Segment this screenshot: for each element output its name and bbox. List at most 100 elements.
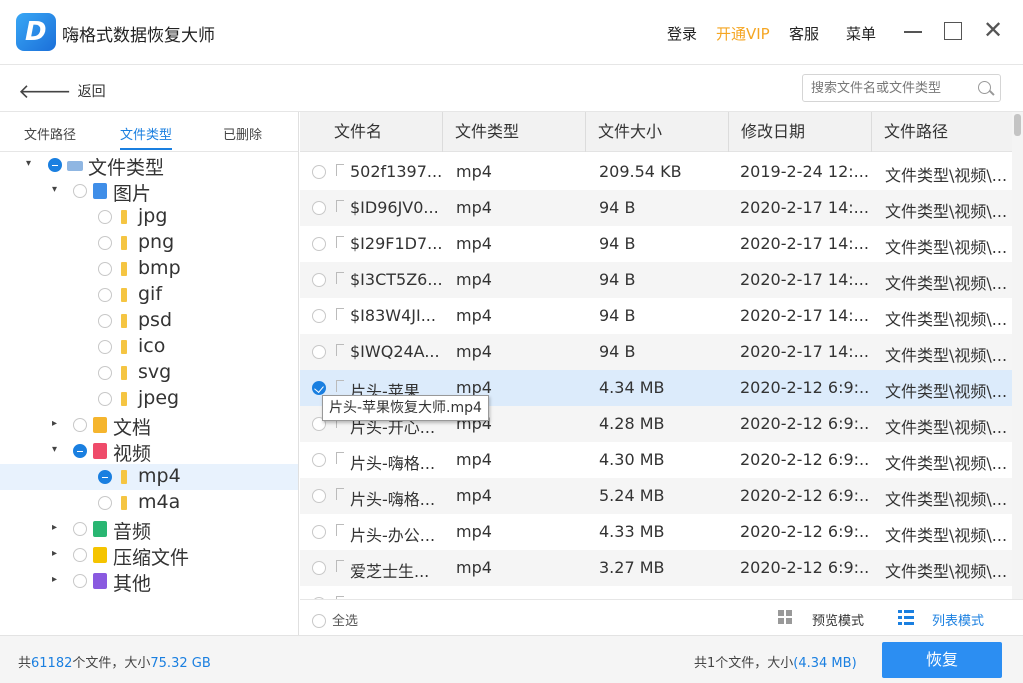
row-checkbox[interactable] xyxy=(312,561,326,575)
tree-item-9[interactable]: jpeg xyxy=(0,386,298,412)
file-icon xyxy=(336,380,344,392)
row-checkbox[interactable] xyxy=(312,237,326,251)
tree-radio[interactable] xyxy=(98,392,112,406)
column-header-name[interactable]: 文件名 xyxy=(300,112,443,152)
row-checkbox[interactable] xyxy=(312,453,326,467)
caret-down-icon[interactable]: ▾ xyxy=(26,158,36,169)
row-checkbox[interactable] xyxy=(312,381,326,395)
tree-item-1[interactable]: ▾ 图片 xyxy=(0,178,298,205)
close-icon[interactable]: ✕ xyxy=(980,18,1006,44)
login-link[interactable]: 登录 xyxy=(667,23,697,44)
caret-right-icon[interactable]: ▸ xyxy=(52,418,62,429)
tree-item-10[interactable]: ▸ 文档 xyxy=(0,412,298,439)
vertical-scrollbar[interactable] xyxy=(1012,112,1023,599)
table-row[interactable]: 爱芝士生... mp4 3.27 MB 2020-2-12 6:9:... 文件类型\视… xyxy=(300,550,1012,586)
list-view-icon[interactable] xyxy=(898,610,914,625)
caret-right-icon[interactable]: ▸ xyxy=(52,522,62,533)
column-header-type[interactable]: 文件类型 xyxy=(443,112,586,152)
tree-radio[interactable] xyxy=(48,158,62,172)
minimize-icon[interactable] xyxy=(900,18,926,44)
row-checkbox[interactable] xyxy=(312,273,326,287)
row-checkbox[interactable] xyxy=(312,345,326,359)
tree-radio[interactable] xyxy=(98,470,112,484)
tree-radio[interactable] xyxy=(73,184,87,198)
tree-item-5[interactable]: gif xyxy=(0,282,298,308)
vip-link[interactable]: 开通VIP xyxy=(716,23,770,44)
list-mode-button[interactable]: 列表模式 xyxy=(932,610,984,629)
tree-item-16[interactable]: ▸ 其他 xyxy=(0,568,298,595)
table-row[interactable]: ... xyxy=(300,586,1012,599)
table-row[interactable]: $I29F1D7... mp4 94 B 2020-2-17 14:... 文件类型\视… xyxy=(300,226,1012,262)
grid-view-icon[interactable] xyxy=(778,610,793,625)
table-row[interactable]: $I83W4JI... mp4 94 B 2020-2-17 14:... 文件类型\视… xyxy=(300,298,1012,334)
tree-radio[interactable] xyxy=(98,340,112,354)
row-checkbox[interactable] xyxy=(312,489,326,503)
tree-item-6[interactable]: psd xyxy=(0,308,298,334)
tab-deleted[interactable]: 已删除 xyxy=(223,124,262,143)
scrollbar-thumb[interactable] xyxy=(1014,114,1021,136)
tree-item-3[interactable]: png xyxy=(0,230,298,256)
tree-item-7[interactable]: ico xyxy=(0,334,298,360)
tab-file-type[interactable]: 文件类型 xyxy=(120,124,173,150)
caret-down-icon[interactable]: ▾ xyxy=(52,444,62,455)
column-header-path[interactable]: 文件路径 xyxy=(872,112,1012,152)
select-all-checkbox[interactable]: 全选 xyxy=(312,610,358,629)
tree-item-14[interactable]: ▸ 音频 xyxy=(0,516,298,543)
tree-radio[interactable] xyxy=(98,262,112,276)
tree-item-2[interactable]: jpg xyxy=(0,204,298,230)
tree-radio[interactable] xyxy=(98,236,112,250)
table-row[interactable]: 502f1397... mp4 209.54 KB 2019-2-24 12:... 文… xyxy=(300,154,1012,190)
back-button[interactable]: 🡐 返回 xyxy=(18,79,106,103)
table-row[interactable]: 片头-办公... mp4 4.33 MB 2020-2-12 6:9:... 文件类型\… xyxy=(300,514,1012,550)
search-icon[interactable] xyxy=(978,81,991,94)
tree-radio[interactable] xyxy=(98,366,112,380)
select-all-radio[interactable] xyxy=(312,614,326,628)
cell-date: 2020-2-17 14:... xyxy=(740,234,868,253)
service-link[interactable]: 客服 xyxy=(789,23,819,44)
maximize-icon[interactable] xyxy=(940,18,966,44)
table-row[interactable]: $IWQ24A... mp4 94 B 2020-2-17 14:... 文件类型\视频… xyxy=(300,334,1012,370)
tree-radio[interactable] xyxy=(73,522,87,536)
tree-item-label: bmp xyxy=(138,257,181,279)
menu-link[interactable]: 菜单 xyxy=(846,23,876,44)
preview-mode-button[interactable]: 预览模式 xyxy=(812,610,864,629)
tree-item-15[interactable]: ▸ 压缩文件 xyxy=(0,542,298,569)
recover-button[interactable]: 恢复 xyxy=(882,642,1002,678)
row-checkbox[interactable] xyxy=(312,525,326,539)
row-checkbox[interactable] xyxy=(312,309,326,323)
tree-item-0[interactable]: ▾ 文件类型 xyxy=(0,152,298,179)
caret-right-icon[interactable]: ▸ xyxy=(52,548,62,559)
search-input[interactable] xyxy=(811,79,971,97)
tree-item-label: 图片 xyxy=(113,183,152,205)
tree-radio[interactable] xyxy=(98,210,112,224)
column-header-date[interactable]: 修改日期 xyxy=(729,112,872,152)
table-row[interactable]: $I3CT5Z6... mp4 94 B 2020-2-17 14:... 文件类型\视… xyxy=(300,262,1012,298)
tree-radio[interactable] xyxy=(98,314,112,328)
tree-item-8[interactable]: svg xyxy=(0,360,298,386)
tree-radio[interactable] xyxy=(98,288,112,302)
folder-icon xyxy=(121,288,127,302)
tree-radio[interactable] xyxy=(73,548,87,562)
tree-radio[interactable] xyxy=(98,496,112,510)
file-icon xyxy=(336,560,344,572)
caret-right-icon[interactable]: ▸ xyxy=(52,574,62,585)
cell-path: 文件类型\视频\... xyxy=(885,346,1008,365)
tree-item-4[interactable]: bmp xyxy=(0,256,298,282)
table-row[interactable]: $ID96JV0... mp4 94 B 2020-2-17 14:... 文件类型\视… xyxy=(300,190,1012,226)
tree-item-13[interactable]: m4a xyxy=(0,490,298,516)
tree-item-label: 视频 xyxy=(113,443,152,465)
tree-item-12[interactable]: mp4 xyxy=(0,464,298,490)
tree-radio[interactable] xyxy=(73,574,87,588)
row-checkbox[interactable] xyxy=(312,201,326,215)
column-header-size[interactable]: 文件大小 xyxy=(586,112,729,152)
tab-file-path[interactable]: 文件路径 xyxy=(24,124,76,143)
table-row[interactable]: 片头-嗨格... mp4 5.24 MB 2020-2-12 6:9:... 文件类型\… xyxy=(300,478,1012,514)
caret-down-icon[interactable]: ▾ xyxy=(52,184,62,195)
tree-radio[interactable] xyxy=(73,418,87,432)
search-box[interactable] xyxy=(802,74,1001,102)
tree-radio[interactable] xyxy=(73,444,87,458)
cell-name: 502f1397... xyxy=(350,162,442,181)
row-checkbox[interactable] xyxy=(312,165,326,179)
table-row[interactable]: 片头-嗨格... mp4 4.30 MB 2020-2-12 6:9:... 文件类型\… xyxy=(300,442,1012,478)
tree-item-11[interactable]: ▾ 视频 xyxy=(0,438,298,465)
